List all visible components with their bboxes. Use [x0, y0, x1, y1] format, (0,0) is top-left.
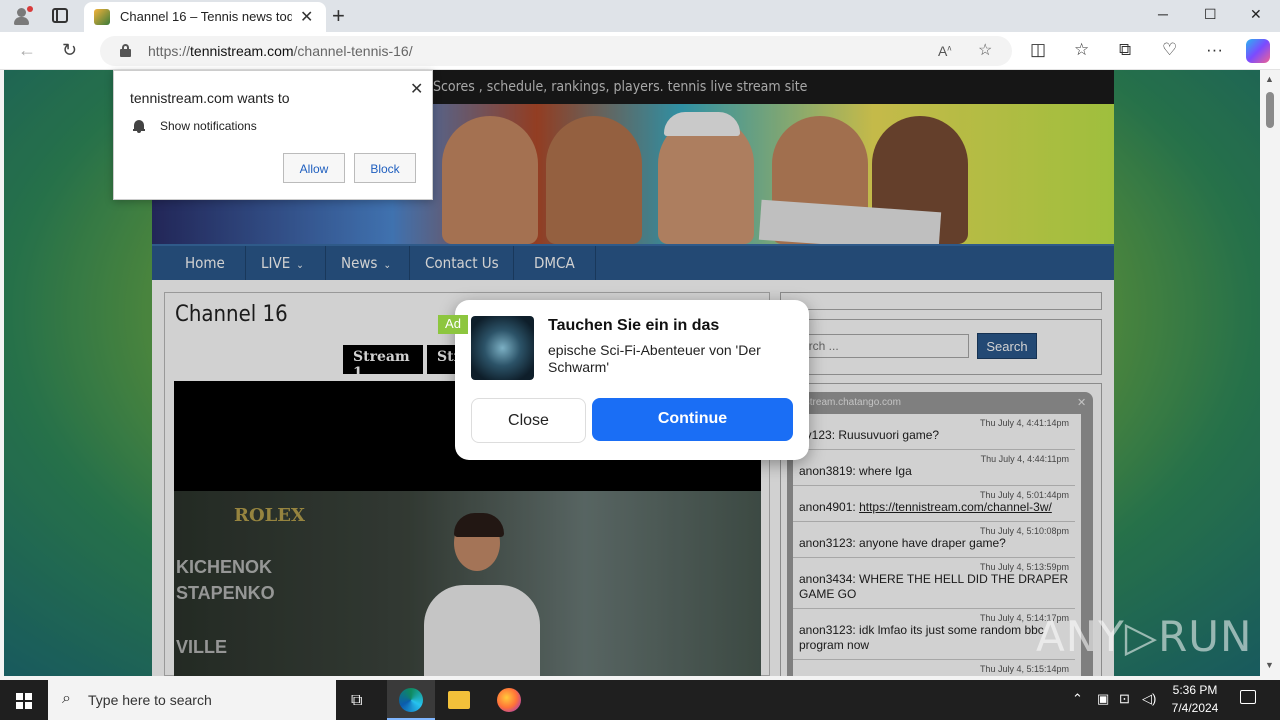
windows-taskbar: ⌕ Type here to search [0, 680, 1280, 720]
tray-network-icon[interactable]: ⊡ [1119, 691, 1130, 707]
prompt-title: tennistream.com wants to [130, 90, 290, 106]
reload-button[interactable]: ↻ [62, 40, 77, 61]
taskbar-file-explorer[interactable] [435, 680, 483, 720]
anyrun-watermark: ANY▷RUN [1036, 612, 1253, 661]
block-button[interactable]: Block [354, 153, 416, 183]
allow-button[interactable]: Allow [283, 153, 345, 183]
notification-permission-prompt: tennistream.com wants to ✕ Show notifica… [113, 70, 433, 200]
back-button[interactable]: ← [18, 40, 36, 61]
taskbar-firefox[interactable] [485, 680, 533, 720]
ad-badge: Ad [438, 315, 468, 334]
scrollbar-thumb[interactable] [1266, 92, 1274, 128]
tray-chevron-up-icon[interactable]: ⌃ [1072, 691, 1083, 707]
favorite-star-icon[interactable]: ☆ [978, 40, 992, 60]
task-view-icon[interactable]: ⧉ [351, 692, 362, 710]
scroll-up-arrow-icon[interactable]: ▲ [1265, 74, 1274, 84]
taskbar-clock-date[interactable]: 7/4/2024 [1168, 701, 1222, 715]
windows-start-icon[interactable] [16, 693, 32, 709]
split-screen-icon[interactable]: ◫ [1030, 40, 1046, 60]
url-text[interactable]: https://tennistream.com/channel-tennis-1… [148, 43, 413, 59]
edge-icon [399, 688, 423, 712]
lock-icon[interactable] [120, 44, 131, 57]
site-favicon-icon [94, 9, 110, 25]
tab-title: Channel 16 – Tennis news today, [120, 9, 292, 24]
tray-volume-icon[interactable]: ◁) [1142, 691, 1156, 707]
browser-tab[interactable]: Channel 16 – Tennis news today, ✕ [84, 2, 326, 32]
scroll-down-arrow-icon[interactable]: ▼ [1265, 660, 1274, 670]
taskbar-search-box[interactable]: ⌕ Type here to search [48, 680, 336, 720]
new-tab-button[interactable]: + [332, 3, 345, 29]
collections-icon[interactable]: ⧉ [1119, 40, 1131, 60]
search-icon: ⌕ [62, 690, 71, 707]
bell-icon [133, 120, 145, 133]
favorites-icon[interactable]: ☆ [1074, 40, 1089, 60]
notification-center-icon[interactable] [1240, 690, 1256, 704]
page-scrollbar[interactable]: ▲ ▼ [1260, 70, 1280, 676]
maximize-button[interactable]: ☐ [1204, 6, 1217, 23]
firefox-icon [497, 688, 521, 712]
close-window-button[interactable]: ✕ [1250, 6, 1262, 23]
tab-actions-icon[interactable] [52, 8, 68, 23]
taskbar-search-placeholder: Type here to search [88, 692, 212, 708]
taskbar-edge[interactable] [387, 680, 435, 720]
tray-device-icon[interactable]: ▣ [1097, 691, 1109, 707]
ad-close-button[interactable]: Close [471, 398, 586, 443]
ad-modal: Ad Tauchen Sie ein in das epische Sci-Fi… [438, 300, 809, 460]
tab-close-button[interactable]: ✕ [300, 7, 313, 27]
prompt-permission-text: Show notifications [160, 119, 257, 133]
copilot-icon[interactable] [1246, 39, 1270, 63]
ad-description: epische Sci-Fi-Abenteuer von 'Der Schwar… [548, 342, 761, 375]
url-field[interactable]: https://tennistream.com/channel-tennis-1… [100, 36, 1012, 66]
minimize-button[interactable]: ─ [1158, 6, 1168, 22]
read-aloud-icon[interactable]: Aʌ [938, 43, 951, 59]
ad-title: Tauchen Sie ein in das [548, 317, 720, 334]
browser-title-bar: Channel 16 – Tennis news today, ✕ + ─ ☐ … [0, 0, 1280, 32]
browser-essentials-icon[interactable]: ♡ [1162, 40, 1177, 60]
folder-icon [448, 691, 470, 709]
ad-continue-button[interactable]: Continue [592, 398, 793, 441]
address-bar-row: ← ↻ https://tennistream.com/channel-tenn… [0, 32, 1280, 70]
taskbar-clock-time[interactable]: 5:36 PM [1170, 683, 1220, 697]
more-menu-icon[interactable]: ··· [1206, 40, 1223, 60]
profile-icon[interactable] [12, 6, 33, 26]
ad-thumbnail[interactable] [471, 316, 534, 380]
prompt-close-button[interactable]: ✕ [410, 79, 423, 99]
